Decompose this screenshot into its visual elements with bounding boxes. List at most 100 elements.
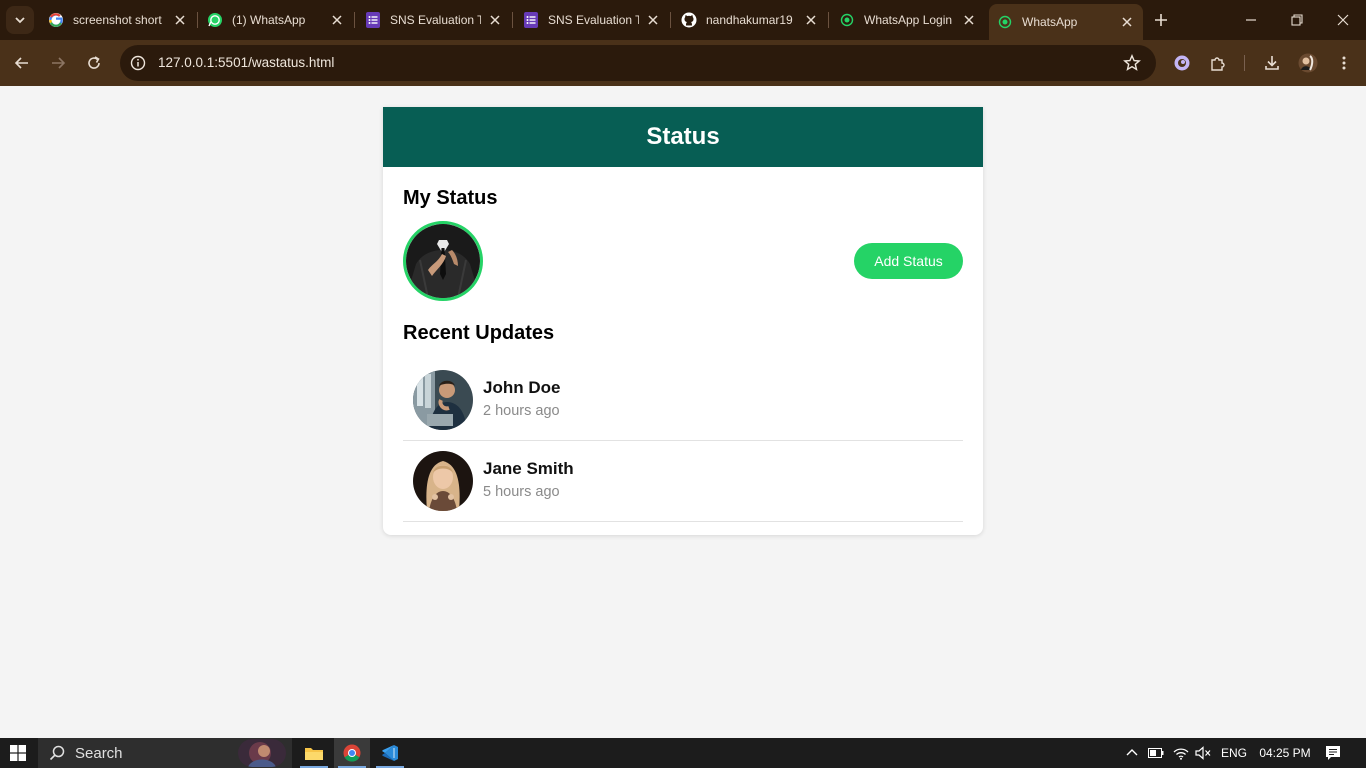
- tab-search-button[interactable]: [6, 6, 34, 34]
- windows-icon: [10, 745, 26, 761]
- tab-title: SNS Evaluation T: [390, 13, 481, 27]
- toolbar-separator: [1244, 55, 1245, 71]
- browser-toolbar: 127.0.0.1:5501/wastatus.html: [0, 40, 1366, 86]
- close-icon[interactable]: [1119, 14, 1135, 30]
- search-highlight-image: [238, 739, 286, 767]
- file-explorer-taskbar-button[interactable]: [296, 738, 332, 768]
- windows-taskbar: Search ENG 04:25 PM: [0, 738, 1366, 768]
- extensions-puzzle-icon[interactable]: [1206, 51, 1230, 75]
- whatsapp-icon: [839, 12, 855, 28]
- chrome-icon: [343, 744, 361, 762]
- close-icon[interactable]: [172, 12, 188, 28]
- arrow-left-icon: [14, 57, 28, 69]
- arrow-right-icon: [52, 57, 66, 69]
- tab-separator: [512, 12, 513, 28]
- chrome-taskbar-button[interactable]: [334, 738, 370, 768]
- recent-updates-title: Recent Updates: [403, 322, 555, 344]
- contact-avatar[interactable]: [413, 451, 473, 511]
- reload-button[interactable]: [80, 49, 108, 77]
- status-update-item[interactable]: Jane Smith 5 hours ago: [403, 441, 963, 522]
- tab-whatsapp-login[interactable]: WhatsApp Login: [831, 4, 985, 36]
- extension-circle-icon[interactable]: [1170, 51, 1194, 75]
- github-icon: [681, 12, 697, 28]
- update-time: 5 hours ago: [483, 484, 560, 500]
- status-header: Status: [383, 107, 983, 167]
- my-status-title: My Status: [403, 187, 498, 209]
- back-button[interactable]: [8, 49, 36, 77]
- plus-icon: [1155, 14, 1167, 26]
- language-indicator[interactable]: ENG: [1218, 738, 1250, 768]
- tab-sns-evaluation-2[interactable]: SNS Evaluation T: [515, 4, 669, 36]
- tab-separator: [670, 12, 671, 28]
- profile-avatar[interactable]: [1296, 51, 1320, 75]
- download-icon[interactable]: [1260, 51, 1284, 75]
- taskbar-search[interactable]: Search: [38, 738, 292, 768]
- vscode-icon: [382, 745, 398, 761]
- whatsapp-icon: [207, 12, 223, 28]
- update-time: 2 hours ago: [483, 403, 560, 419]
- new-tab-button[interactable]: [1150, 9, 1172, 31]
- tab-separator: [354, 12, 355, 28]
- volume-muted-icon[interactable]: [1193, 738, 1213, 768]
- browser-tab-bar: screenshot short (1) WhatsApp SNS Evalua…: [0, 0, 1366, 40]
- battery-icon[interactable]: [1146, 738, 1166, 768]
- wifi-icon[interactable]: [1170, 738, 1192, 768]
- tab-title: screenshot short: [73, 13, 162, 27]
- tab-github[interactable]: nandhakumar19: [673, 4, 827, 36]
- tab-title: WhatsApp: [1022, 15, 1078, 29]
- add-status-button[interactable]: Add Status: [854, 243, 963, 279]
- google-icon: [48, 12, 64, 28]
- my-status-avatar[interactable]: [403, 221, 483, 301]
- recent-updates-list: John Doe 2 hours ago Jane Smith 5 hours …: [403, 360, 963, 522]
- tab-title: (1) WhatsApp: [232, 13, 306, 27]
- minimize-icon: [1246, 19, 1256, 21]
- notifications-icon[interactable]: [1322, 738, 1344, 768]
- show-hidden-icons-button[interactable]: [1122, 738, 1142, 768]
- clock-time[interactable]: 04:25 PM: [1254, 738, 1316, 768]
- minimize-button[interactable]: [1228, 0, 1274, 40]
- restore-button[interactable]: [1274, 0, 1320, 40]
- search-placeholder: Search: [75, 745, 123, 762]
- tab-whatsapp-active[interactable]: WhatsApp: [989, 4, 1143, 40]
- close-icon[interactable]: [803, 12, 819, 28]
- bookmark-star-icon[interactable]: [1122, 53, 1142, 73]
- url-text[interactable]: 127.0.0.1:5501/wastatus.html: [158, 55, 334, 70]
- chevron-up-icon: [1126, 749, 1138, 756]
- forms-icon: [523, 12, 539, 28]
- forward-button[interactable]: [44, 49, 72, 77]
- tab-title: nandhakumar19: [706, 13, 793, 27]
- close-icon[interactable]: [961, 12, 977, 28]
- chevron-down-icon: [15, 17, 25, 24]
- tab-title: SNS Evaluation T: [548, 13, 639, 27]
- close-icon[interactable]: [329, 12, 345, 28]
- restore-icon: [1291, 14, 1303, 26]
- search-icon: [48, 744, 66, 762]
- menu-icon[interactable]: [1332, 51, 1356, 75]
- vscode-taskbar-button[interactable]: [372, 738, 408, 768]
- address-bar[interactable]: 127.0.0.1:5501/wastatus.html: [120, 45, 1156, 81]
- tab-sns-evaluation-1[interactable]: SNS Evaluation T: [357, 4, 511, 36]
- page-title: Status: [646, 123, 720, 150]
- forms-icon: [365, 12, 381, 28]
- contact-avatar[interactable]: [413, 370, 473, 430]
- tab-separator: [828, 12, 829, 28]
- tab-screenshot-search[interactable]: screenshot short: [40, 4, 196, 36]
- window-close-button[interactable]: [1320, 0, 1366, 40]
- status-body: My Status Add Status Recent Updates John…: [383, 187, 983, 522]
- tab-separator: [197, 12, 198, 28]
- reload-icon: [88, 56, 100, 69]
- close-icon[interactable]: [487, 12, 503, 28]
- page-viewport: Status My Status Add Status Recent Updat…: [0, 86, 1366, 738]
- status-update-item[interactable]: John Doe 2 hours ago: [403, 360, 963, 441]
- info-icon[interactable]: [128, 53, 148, 73]
- my-status-row: Add Status: [403, 221, 963, 301]
- tab-title: WhatsApp Login: [864, 13, 953, 27]
- start-button[interactable]: [0, 738, 36, 768]
- whatsapp-icon: [997, 14, 1013, 30]
- tab-whatsapp-1[interactable]: (1) WhatsApp: [199, 4, 353, 36]
- folder-icon: [305, 748, 323, 760]
- close-icon[interactable]: [645, 12, 661, 28]
- close-icon: [1337, 14, 1349, 26]
- contact-name: Jane Smith: [483, 459, 574, 478]
- contact-name: John Doe: [483, 378, 561, 397]
